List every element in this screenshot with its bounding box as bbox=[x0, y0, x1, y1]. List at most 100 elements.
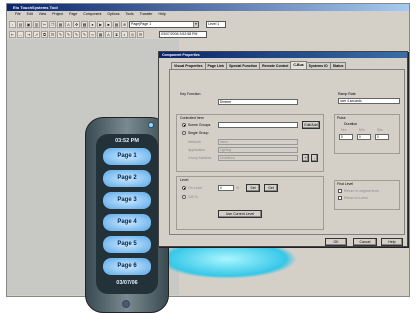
design-canvas: 03:52 PM Page 1 Page 2 Page 3 Page 4 Pag… bbox=[7, 39, 297, 313]
grid-icon[interactable]: ▦ bbox=[113, 20, 120, 28]
record-icon[interactable]: ● bbox=[89, 20, 96, 28]
level-input[interactable]: 0 bbox=[218, 185, 234, 191]
print-icon[interactable]: ▥ bbox=[33, 20, 40, 28]
tab-page-link[interactable]: Page Link bbox=[204, 62, 228, 69]
tab-status[interactable]: Status bbox=[329, 62, 347, 69]
page-button-3[interactable]: Page 3 bbox=[103, 192, 151, 209]
return-level-checkbox[interactable] bbox=[338, 196, 342, 200]
menu-help[interactable]: Help bbox=[159, 11, 166, 18]
page-button-6[interactable]: Page 6 bbox=[103, 258, 151, 275]
menu-project[interactable]: Project bbox=[52, 11, 63, 18]
hrs-input[interactable]: 0 bbox=[339, 134, 353, 140]
use-current-level-button[interactable]: Use Current Level bbox=[218, 210, 262, 218]
save-icon[interactable]: ▣ bbox=[25, 20, 32, 28]
key-function-label: Key Function bbox=[180, 92, 201, 96]
stop-icon[interactable]: ■ bbox=[105, 20, 112, 28]
add-group-button[interactable]: + bbox=[302, 154, 309, 162]
menu-options[interactable]: Options bbox=[107, 11, 119, 18]
application-select[interactable]: Lighting bbox=[218, 147, 298, 153]
network-select[interactable]: demo bbox=[218, 139, 298, 145]
get-button[interactable]: Get bbox=[264, 184, 278, 192]
page-button-1[interactable]: Page 1 bbox=[103, 148, 151, 165]
menu-transfer[interactable]: Transfer bbox=[140, 11, 153, 18]
menu-component[interactable]: Component bbox=[83, 11, 101, 18]
on-level-radio[interactable] bbox=[182, 186, 186, 190]
percent-radio[interactable] bbox=[182, 195, 186, 199]
remove-group-button[interactable]: - bbox=[311, 154, 318, 162]
brush-icon-3[interactable]: ✎ bbox=[73, 30, 80, 38]
page-combo[interactable]: Page|Page 1 ▼ bbox=[129, 20, 199, 28]
page-button-5[interactable]: Page 5 bbox=[103, 236, 151, 253]
sec-input[interactable]: 0 bbox=[375, 134, 389, 140]
ramp-rate-select[interactable]: over 4 seconds bbox=[338, 98, 400, 104]
pulse-label: Pulse bbox=[337, 116, 346, 120]
key-function-select[interactable]: Dimmer bbox=[218, 99, 298, 105]
grid2-icon[interactable]: ▦ bbox=[97, 30, 104, 38]
scene-groups-radio[interactable] bbox=[182, 123, 186, 127]
paste-icon[interactable]: ▦ bbox=[57, 20, 64, 28]
ramp-rate-label: Ramp Rate bbox=[338, 92, 356, 96]
single-group-radio[interactable] bbox=[182, 131, 186, 135]
arrow-icon[interactable]: ➚ bbox=[33, 30, 40, 38]
play-icon[interactable]: ▶ bbox=[97, 20, 104, 28]
level-value: Level 1 bbox=[208, 21, 220, 26]
ungroup-icon[interactable]: ⊟ bbox=[49, 30, 56, 38]
set-button[interactable]: Set bbox=[246, 184, 260, 192]
tab-cbus[interactable]: C-Bus bbox=[290, 61, 307, 69]
ok-button[interactable]: OK bbox=[325, 238, 347, 246]
link-icon[interactable]: ∞ bbox=[89, 30, 96, 38]
menu-tools[interactable]: Tools bbox=[125, 11, 133, 18]
page-button-4[interactable]: Page 4 bbox=[103, 214, 151, 231]
cut-icon[interactable]: ✂ bbox=[41, 20, 48, 28]
new-icon[interactable]: ▫ bbox=[9, 20, 16, 28]
open-icon[interactable]: ▤ bbox=[17, 20, 24, 28]
brush-icon-4[interactable]: ✎ bbox=[81, 30, 88, 38]
tab-special-function[interactable]: Special Function bbox=[226, 62, 261, 69]
align-center-icon[interactable]: ↔ bbox=[17, 30, 24, 38]
tab-remote-control[interactable]: Remote Control bbox=[259, 62, 292, 69]
logo-icon bbox=[122, 300, 130, 308]
level-combo[interactable]: Level 1 bbox=[206, 20, 226, 28]
menu-view[interactable]: View bbox=[39, 11, 47, 18]
align-left-icon[interactable]: ⇤ bbox=[9, 30, 16, 38]
tab-visual-properties[interactable]: Visual Properties bbox=[171, 62, 206, 69]
toolbar-1: ▫ ▤ ▣ ▥ ✂ ❐ ▦ A ✥ ▩ ● ▶ ■ ▦ ⊕ Page|Page … bbox=[9, 19, 409, 29]
sec-label: Sec bbox=[377, 128, 384, 132]
group-address-select[interactable]: Undefined bbox=[218, 155, 298, 161]
chevron-down-icon[interactable]: ▼ bbox=[193, 21, 198, 27]
on-level-label: On Level bbox=[188, 186, 203, 190]
help-button[interactable]: Help bbox=[381, 238, 403, 246]
copy-icon[interactable]: ❐ bbox=[49, 20, 56, 28]
move-icon[interactable]: ✥ bbox=[73, 20, 80, 28]
page-button-2[interactable]: Page 2 bbox=[103, 170, 151, 187]
hrs-label: Hrs bbox=[341, 128, 347, 132]
find-level-label: Find Level bbox=[337, 182, 354, 186]
scene-groups-select[interactable] bbox=[218, 122, 298, 128]
align-right-icon[interactable]: ⇥ bbox=[25, 30, 32, 38]
target-icon[interactable]: ◎ bbox=[129, 30, 136, 38]
brush-icon-2[interactable]: ✎ bbox=[65, 30, 72, 38]
layer-icon[interactable]: ⧈ bbox=[113, 30, 120, 38]
group-icon[interactable]: ⧉ bbox=[41, 30, 48, 38]
text-icon[interactable]: A bbox=[65, 20, 72, 28]
dialog-title: Component Properties bbox=[159, 52, 407, 58]
cancel-button[interactable]: Cancel bbox=[353, 238, 377, 246]
return-original-checkbox[interactable] bbox=[338, 189, 342, 193]
image-icon[interactable]: ▩ bbox=[81, 20, 88, 28]
zoom-icon[interactable]: ⊕ bbox=[121, 20, 128, 28]
menu-edit[interactable]: Edit bbox=[27, 11, 33, 18]
settings-icon[interactable]: ⚙ bbox=[137, 30, 144, 38]
page-combo-value: Page|Page 1 bbox=[131, 21, 152, 26]
edit-add-button[interactable]: Edit/Add bbox=[302, 121, 320, 129]
app-window: Elo TouchSystems Tool File Edit View Pro… bbox=[6, 3, 410, 313]
menu-page[interactable]: Page bbox=[69, 11, 77, 18]
device-time: 03:52 PM bbox=[115, 138, 139, 144]
color-icon[interactable]: ◐ bbox=[121, 30, 128, 38]
min-input[interactable]: 0 bbox=[357, 134, 371, 140]
brush-icon[interactable]: ✎ bbox=[57, 30, 64, 38]
tab-systems-io[interactable]: Systems IO bbox=[305, 62, 331, 69]
font-icon[interactable]: A bbox=[105, 30, 112, 38]
min-label: Min bbox=[359, 128, 365, 132]
menu-file[interactable]: File bbox=[15, 11, 21, 18]
knob-icon bbox=[148, 122, 154, 128]
